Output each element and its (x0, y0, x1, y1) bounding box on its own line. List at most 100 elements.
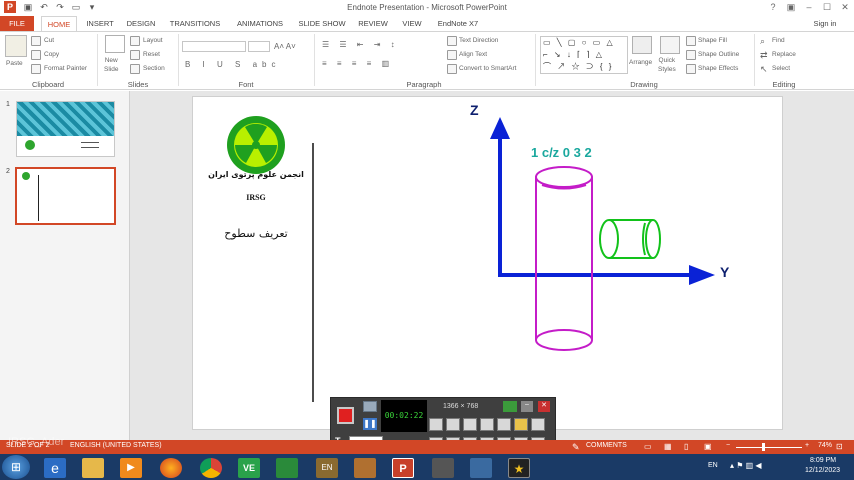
copy-icon[interactable] (31, 50, 41, 60)
camera-icon[interactable] (363, 401, 377, 412)
ie-icon[interactable]: e (44, 458, 66, 478)
chrome-icon[interactable] (200, 458, 222, 478)
select-icon[interactable]: ↖ (760, 64, 768, 75)
shape-effects-button[interactable]: Shape Effects (698, 65, 738, 72)
speaker-icon[interactable] (429, 418, 443, 431)
comments-icon[interactable]: ✎ (572, 442, 580, 453)
clock-time[interactable]: 8:09 PM (810, 457, 836, 464)
start-button[interactable]: ⊞ (2, 455, 30, 479)
quick-styles-icon[interactable] (660, 36, 680, 54)
green-app-icon[interactable] (276, 458, 298, 478)
font-size-grow-icon[interactable]: A˄ A˅ (274, 42, 296, 51)
smartart-icon[interactable] (447, 64, 457, 74)
slide-thumbnail-2[interactable] (15, 167, 116, 225)
recorder-close-button[interactable]: ✕ (538, 401, 550, 412)
shapes-gallery[interactable]: ▭ ╲ ▢ ○ ▭ △ ⌐ ↘ ↓ ⌈ ⌉ △ ⌒ ↗ ☆ ⊃ { } (540, 36, 628, 74)
slide-sorter-icon[interactable]: ▦ (664, 442, 672, 451)
reading-view-icon[interactable]: ▯ (684, 442, 688, 451)
normal-view-icon[interactable]: ▭ (644, 442, 652, 451)
tray-icons[interactable]: ▴ ⚑ ▥ ◀ (730, 461, 762, 470)
copy-button[interactable]: Copy (44, 51, 59, 58)
shape-outline-button[interactable]: Shape Outline (698, 51, 739, 58)
section-icon[interactable] (130, 64, 140, 74)
pen-icon[interactable] (497, 418, 511, 431)
tab-slide-show[interactable]: SLIDE SHOW (296, 16, 348, 31)
network-app-icon[interactable] (470, 458, 492, 478)
alignment-icons[interactable]: ≡ ≡ ≡ ≡ ▥ (322, 59, 393, 68)
shape-fill-icon[interactable] (686, 36, 696, 46)
shape-fill-button[interactable]: Shape Fill (698, 37, 727, 44)
sign-in-link[interactable]: Sign in (806, 16, 844, 31)
format-painter-icon[interactable] (31, 64, 41, 74)
pause-button[interactable]: ❚❚ (363, 418, 377, 430)
record-button[interactable] (337, 407, 354, 424)
zoom-out-icon[interactable]: − (726, 442, 730, 449)
microphone-icon[interactable] (446, 418, 460, 431)
comments-button[interactable]: COMMENTS (586, 442, 627, 449)
firefox-icon[interactable] (160, 458, 182, 478)
align-text-icon[interactable] (447, 50, 457, 60)
ribbon-display-icon[interactable]: ▣ (782, 1, 800, 14)
tab-endnote[interactable]: EndNote X7 (433, 16, 483, 31)
tab-view[interactable]: VIEW (398, 16, 426, 31)
select-button[interactable]: Select (772, 65, 790, 72)
ve-app-icon[interactable]: VE (238, 458, 260, 478)
powerpoint-app-icon[interactable]: P (4, 1, 16, 13)
section-button[interactable]: Section (143, 65, 165, 72)
layout-icon[interactable] (130, 36, 140, 46)
undo-icon[interactable]: ↶ (38, 1, 50, 13)
replace-button[interactable]: Replace (772, 51, 796, 58)
find-button[interactable]: Find (772, 37, 785, 44)
font-size-box[interactable] (248, 41, 270, 52)
cut-button[interactable]: Cut (44, 37, 54, 44)
webcam-icon[interactable] (463, 418, 477, 431)
endnote-icon[interactable]: EN (316, 458, 338, 478)
fit-slide-icon[interactable]: ⊡ (836, 442, 843, 451)
tab-file[interactable]: FILE (0, 16, 34, 31)
word-app-icon[interactable] (354, 458, 376, 478)
tab-design[interactable]: DESIGN (123, 16, 159, 31)
new-slide-button[interactable]: New Slide (104, 56, 118, 74)
language-indicator[interactable]: ENGLISH (UNITED STATES) (70, 442, 162, 449)
media-player-icon[interactable]: ▶ (120, 458, 142, 478)
customize-toolbar-icon[interactable]: ▾ (86, 1, 98, 13)
explorer-icon[interactable] (82, 458, 104, 478)
arrange-button[interactable]: Arrange (629, 59, 652, 66)
shape-outline-icon[interactable] (686, 50, 696, 60)
maximize-button[interactable]: ☐ (818, 1, 836, 14)
cursor-icon[interactable] (480, 418, 494, 431)
tab-review[interactable]: REVIEW (355, 16, 391, 31)
slide-canvas[interactable]: انجمن علوم پرتوی ایران IRSG تعریف سطوح Z… (192, 96, 783, 430)
layout-button[interactable]: Layout (143, 37, 163, 44)
clock-date[interactable]: 12/12/2023 (805, 467, 840, 474)
text-direction-button[interactable]: Text Direction (459, 37, 498, 44)
start-slideshow-icon[interactable]: ▭ (70, 1, 82, 13)
settings-icon[interactable] (531, 418, 545, 431)
shape-effects-icon[interactable] (686, 64, 696, 74)
list-icons[interactable]: ☰ ☰ ⇤ ⇥ ↕ (322, 40, 399, 49)
redo-icon[interactable]: ↷ (54, 1, 66, 13)
new-slide-icon[interactable] (105, 35, 125, 53)
paste-button[interactable]: Paste (6, 60, 23, 67)
tab-animations[interactable]: ANIMATIONS (231, 16, 289, 31)
slide-thumbnail-1[interactable] (16, 101, 115, 157)
zoom-slider-track[interactable] (736, 447, 802, 448)
powerpoint-taskbar-icon[interactable]: P (392, 458, 414, 478)
zoom-in-icon[interactable]: + (805, 442, 809, 449)
format-painter-button[interactable]: Format Painter (44, 65, 87, 72)
zoom-level[interactable]: 74% (818, 442, 832, 449)
tab-home[interactable]: HOME (41, 16, 77, 31)
folder-icon[interactable] (514, 418, 528, 431)
find-icon[interactable]: ⌕ (760, 36, 765, 47)
slideshow-view-icon[interactable]: ▣ (704, 442, 712, 451)
font-name-box[interactable] (182, 41, 246, 52)
reset-button[interactable]: Reset (143, 51, 160, 58)
paste-icon[interactable] (5, 35, 27, 57)
cut-icon[interactable] (31, 36, 41, 46)
zoom-slider-thumb[interactable] (762, 443, 765, 451)
convert-smartart-button[interactable]: Convert to SmartArt (459, 65, 516, 72)
recorder-minimize-button[interactable]: – (521, 401, 533, 412)
arrange-icon[interactable] (632, 36, 652, 54)
font-format-icons[interactable]: B I U S abc (185, 60, 280, 69)
tab-transitions[interactable]: TRANSITIONS (166, 16, 224, 31)
